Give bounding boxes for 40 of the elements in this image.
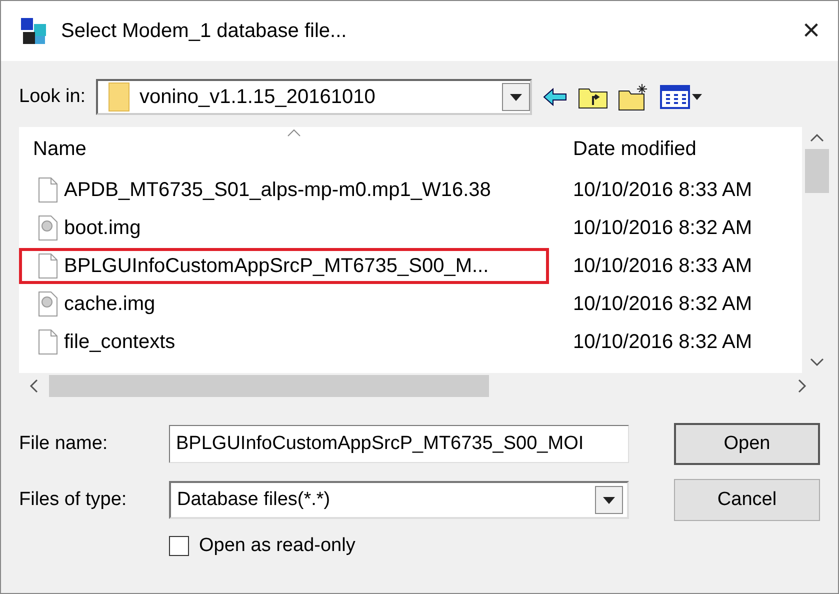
date-cell-text: 10/10/2016 8:32 AM <box>572 216 754 240</box>
close-button[interactable]: × <box>798 14 824 48</box>
view-menu-icon[interactable] <box>660 84 704 110</box>
date-cell-text: 10/10/2016 8:33 AM <box>572 254 754 278</box>
file-type-dropdown[interactable]: Database files(*.*) <box>169 481 629 519</box>
column-header[interactable]: Date modified <box>559 138 802 160</box>
cancel-button[interactable]: Cancel <box>674 479 820 521</box>
folder-icon <box>108 82 130 112</box>
file-name-label: File name: <box>19 433 109 455</box>
date-cell-text: 10/10/2016 8:32 AM <box>572 330 754 354</box>
file-name-cell[interactable]: BPLGUInfoCustomAppSrcP_MT6735_S00_M... <box>19 248 549 284</box>
dropdown-button[interactable] <box>502 83 530 111</box>
document-icon <box>38 177 58 203</box>
file-name-cell[interactable]: APDB_MT6735_S01_alps-mp-m0.mp1_W16.38 <box>19 172 549 208</box>
read-only-label: Open as read-only <box>199 535 356 557</box>
date-cell-text: 10/10/2016 8:32 AM <box>572 292 754 316</box>
document-icon <box>38 253 58 279</box>
dropdown-button[interactable] <box>595 486 623 514</box>
look-in-dropdown[interactable]: vonino_v1.1.15_20161010 <box>96 79 532 115</box>
file-name-field[interactable]: BPLGUInfoCustomAppSrcP_MT6735_S00_MOI <box>169 425 629 463</box>
document-icon <box>38 329 58 355</box>
back-arrow-icon[interactable] <box>542 87 568 107</box>
read-only-checkbox[interactable] <box>169 536 189 556</box>
scroll-thumb[interactable] <box>805 149 829 193</box>
file-name-cell[interactable]: cache.img <box>19 286 549 322</box>
look-in-label: Look in: <box>19 86 86 108</box>
column-header[interactable]: Name <box>19 138 559 160</box>
new-folder-icon[interactable] <box>618 83 650 111</box>
file-name-cell[interactable]: boot.img <box>19 210 549 246</box>
date-cell-text: 10/10/2016 8:33 AM <box>572 178 754 202</box>
app-icon <box>19 16 49 46</box>
window-title: Select Modem_1 database file... <box>61 20 348 42</box>
file-type-label: Files of type: <box>19 489 128 511</box>
disc-file-icon <box>38 291 58 317</box>
dropdown-arrow-icon <box>508 92 523 102</box>
open-button[interactable]: Open <box>674 423 820 465</box>
file-name-cell[interactable]: file_contexts <box>19 324 549 360</box>
disc-file-icon <box>38 215 58 241</box>
scroll-thumb[interactable] <box>49 375 489 397</box>
dropdown-arrow-icon <box>602 495 616 505</box>
